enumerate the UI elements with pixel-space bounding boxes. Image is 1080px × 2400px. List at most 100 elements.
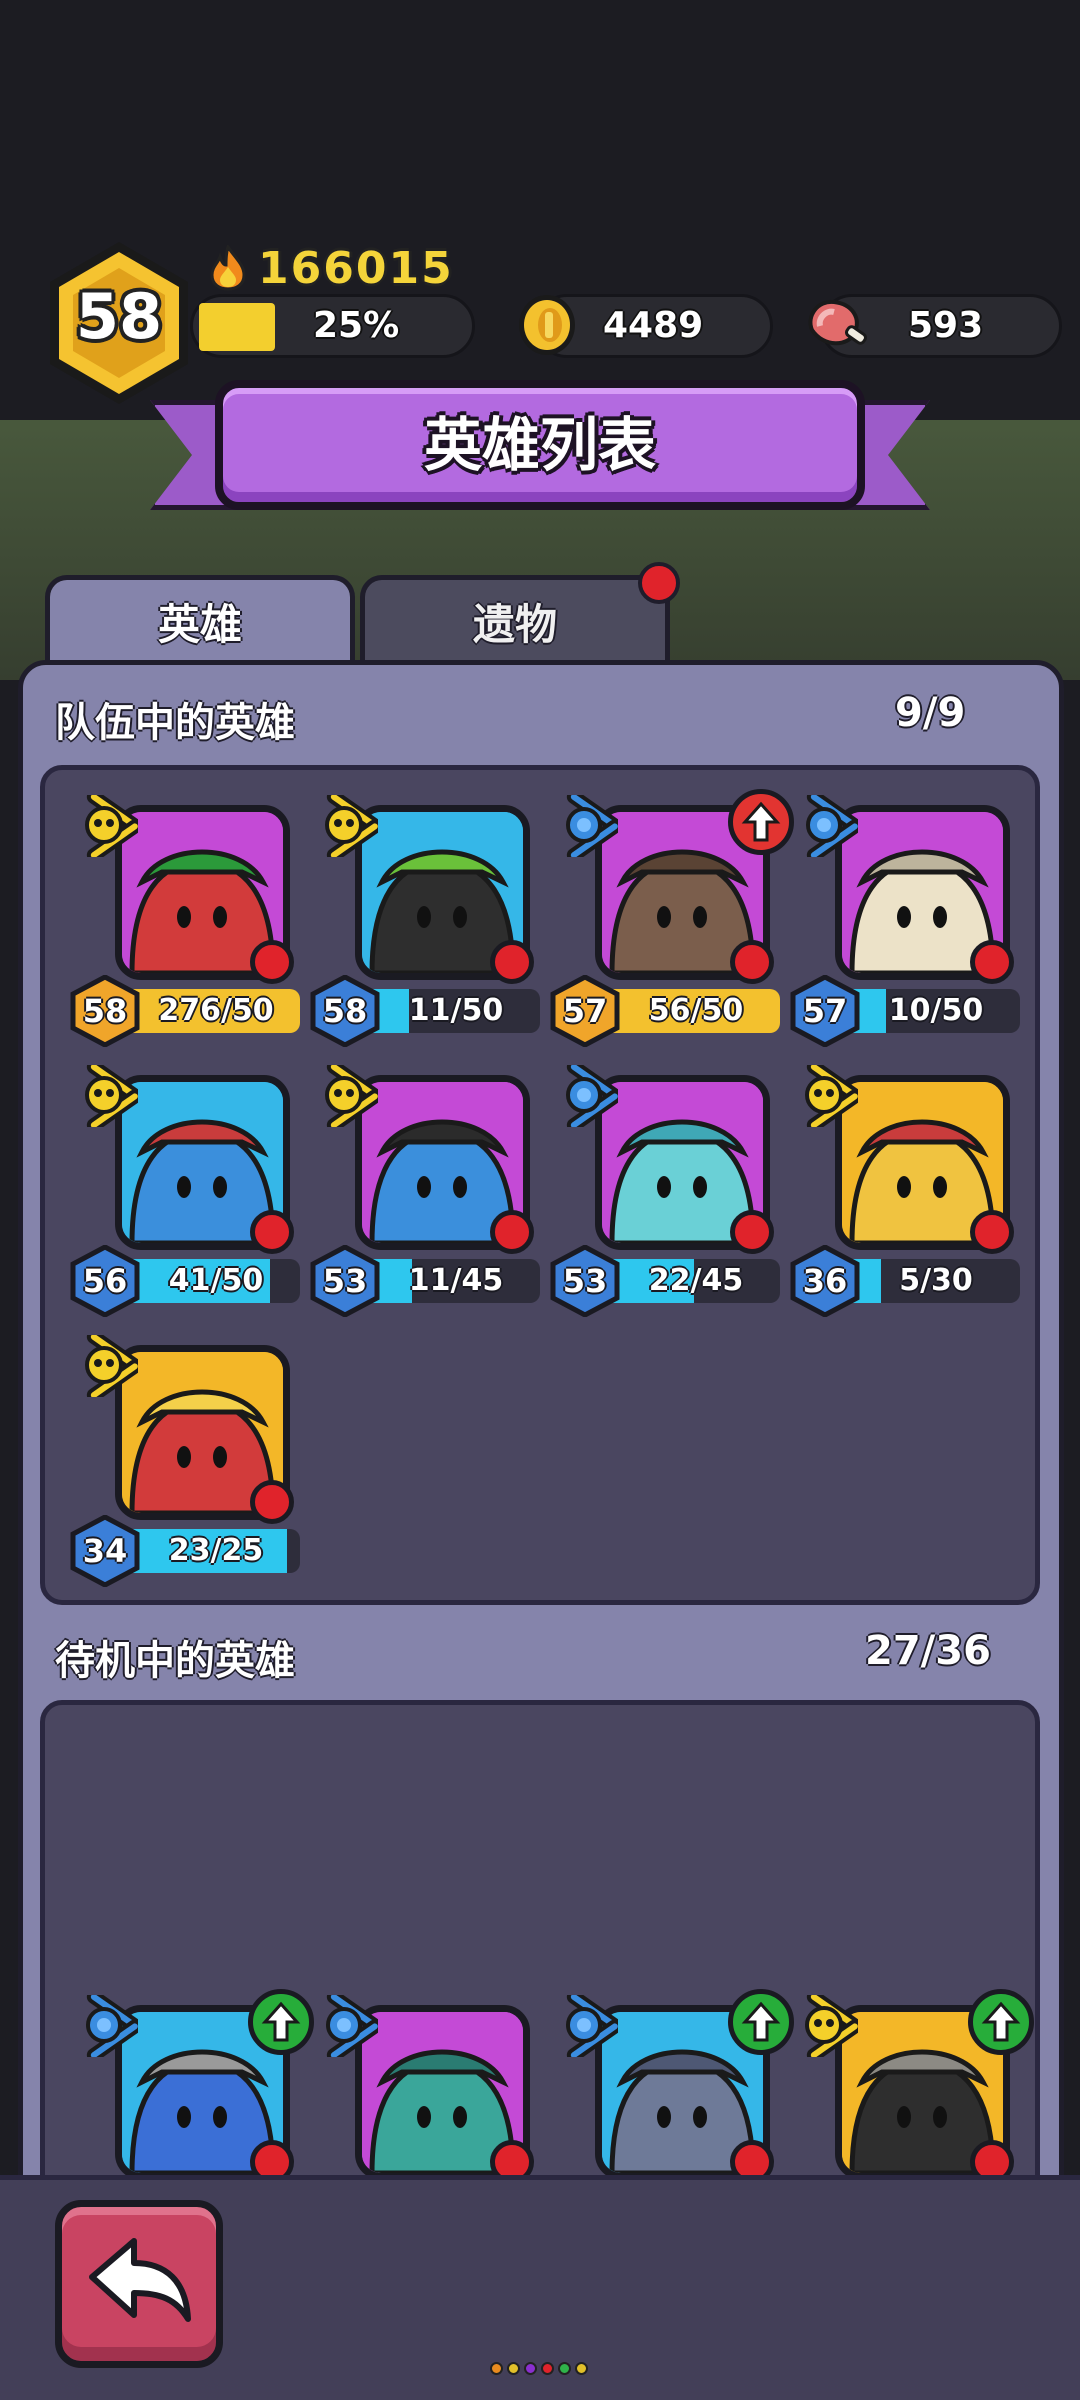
hero-level-badge: 53 xyxy=(310,1245,380,1317)
hero-shard-count: 276/50 xyxy=(158,993,274,1028)
upgrade-arrow-icon xyxy=(248,1989,314,2055)
hero-shard-count: 41/50 xyxy=(168,1263,264,1298)
hero-shard-count: 10/50 xyxy=(888,993,984,1028)
hero-shard-count: 11/45 xyxy=(408,1263,504,1298)
team-hero-card[interactable]: 11/50 58 xyxy=(310,789,542,1055)
team-hero-card[interactable]: 23/25 34 xyxy=(70,1329,302,1595)
star-role-icon xyxy=(550,789,622,863)
meat-icon xyxy=(808,299,867,346)
upgrade-arrow-icon xyxy=(968,1989,1034,2055)
hero-alert-dot xyxy=(730,1210,774,1254)
team-hero-card[interactable]: 11/45 53 xyxy=(310,1059,542,1325)
skull-role-icon xyxy=(70,1059,142,1133)
hero-alert-dot xyxy=(490,940,534,984)
hero-shard-count: 5/30 xyxy=(899,1263,973,1298)
hero-level-number: 58 xyxy=(322,992,368,1030)
hero-alert-dot xyxy=(250,1210,294,1254)
star-role-icon xyxy=(550,1989,622,2063)
hero-level-number: 57 xyxy=(562,992,608,1030)
skull-role-icon xyxy=(790,1059,862,1133)
hero-level-badge: 57 xyxy=(790,975,860,1047)
hero-shard-progress: 10/50 xyxy=(852,989,1020,1033)
hero-level-badge: 58 xyxy=(70,975,140,1047)
team-hero-card[interactable]: 56/50 57 xyxy=(550,789,794,1055)
hero-shard-count: 56/50 xyxy=(648,993,744,1028)
hero-level-number: 53 xyxy=(562,1262,608,1300)
hero-level-badge: 57 xyxy=(550,975,620,1047)
hero-alert-dot xyxy=(730,940,774,984)
skull-role-icon xyxy=(790,1989,862,2063)
hero-alert-dot xyxy=(490,1210,534,1254)
team-count: 9/9 xyxy=(895,690,966,736)
xp-percent: 25% xyxy=(313,305,400,346)
hero-shard-progress: 23/25 xyxy=(132,1529,300,1573)
flame-icon xyxy=(210,245,246,291)
team-section-title: 队伍中的英雄 xyxy=(55,700,295,746)
hero-level-number: 53 xyxy=(322,1262,368,1300)
player-level-badge[interactable]: 58 xyxy=(44,238,194,408)
hero-shard-count: 22/45 xyxy=(648,1263,744,1298)
gold-coin-icon xyxy=(519,295,575,355)
back-button[interactable] xyxy=(55,2200,223,2368)
team-hero-card[interactable]: 22/45 53 xyxy=(550,1059,782,1325)
hero-alert-dot xyxy=(970,1210,1014,1254)
hero-shard-count: 23/25 xyxy=(168,1533,264,1568)
page-dot xyxy=(575,2362,588,2375)
idle-count: 27/36 xyxy=(865,1628,991,1674)
page-dot xyxy=(524,2362,537,2375)
star-role-icon xyxy=(550,1059,622,1133)
hero-shard-progress: 41/50 xyxy=(132,1259,300,1303)
hero-level-number: 58 xyxy=(82,992,128,1030)
upgrade-arrow-icon xyxy=(728,789,794,855)
hero-level-number: 34 xyxy=(82,1532,128,1570)
team-hero-card[interactable]: 41/50 56 xyxy=(70,1059,302,1325)
page-dot xyxy=(490,2362,503,2375)
skull-role-icon xyxy=(70,1329,142,1403)
team-hero-card[interactable]: 10/50 57 xyxy=(790,789,1022,1055)
hero-alert-dot xyxy=(250,1480,294,1524)
skull-role-icon xyxy=(310,789,382,863)
hero-level-badge: 34 xyxy=(70,1515,140,1587)
hero-level-badge: 53 xyxy=(550,1245,620,1317)
team-hero-card[interactable]: 276/50 58 xyxy=(70,789,302,1055)
star-role-icon xyxy=(790,789,862,863)
back-arrow-icon xyxy=(89,2238,191,2322)
power-display: 166015 xyxy=(208,240,454,296)
hero-level-number: 36 xyxy=(802,1262,848,1300)
meat-value: 593 xyxy=(908,305,984,346)
hero-alert-dot xyxy=(970,940,1014,984)
page-title: 英雄列表 xyxy=(423,411,656,479)
team-hero-card[interactable]: 5/30 36 xyxy=(790,1059,1022,1325)
hero-shard-progress: 22/45 xyxy=(612,1259,780,1303)
page-dot xyxy=(558,2362,571,2375)
tab-relics[interactable]: 遗物 xyxy=(360,575,670,670)
hero-level-number: 56 xyxy=(82,1262,128,1300)
page-indicator-dots xyxy=(490,2362,588,2375)
relics-notification-dot xyxy=(638,562,680,604)
hero-level-badge: 56 xyxy=(70,1245,140,1317)
hero-shard-progress: 5/30 xyxy=(852,1259,1020,1303)
skull-role-icon xyxy=(70,789,142,863)
hero-level-number: 57 xyxy=(802,992,848,1030)
page-dot xyxy=(507,2362,520,2375)
hero-shard-progress: 11/50 xyxy=(372,989,540,1033)
upgrade-arrow-icon xyxy=(728,1989,794,2055)
hero-level-badge: 36 xyxy=(790,1245,860,1317)
tab-heroes[interactable]: 英雄 xyxy=(45,575,355,670)
hero-shard-progress: 276/50 xyxy=(132,989,300,1033)
xp-bar: 25% xyxy=(190,294,475,358)
skull-role-icon xyxy=(310,1059,382,1133)
star-role-icon xyxy=(70,1989,142,2063)
title-banner: 英雄列表 xyxy=(215,380,865,510)
hero-shard-progress: 56/50 xyxy=(612,989,780,1033)
hero-shard-progress: 11/45 xyxy=(372,1259,540,1303)
xp-bar-fill xyxy=(199,303,275,351)
player-level-number: 58 xyxy=(75,280,163,353)
hero-alert-dot xyxy=(250,940,294,984)
gold-value: 4489 xyxy=(603,305,704,346)
hero-shard-count: 11/50 xyxy=(408,993,504,1028)
hero-level-badge: 58 xyxy=(310,975,380,1047)
idle-section-title: 待机中的英雄 xyxy=(55,1638,295,1684)
page-dot xyxy=(541,2362,554,2375)
star-role-icon xyxy=(310,1989,382,2063)
